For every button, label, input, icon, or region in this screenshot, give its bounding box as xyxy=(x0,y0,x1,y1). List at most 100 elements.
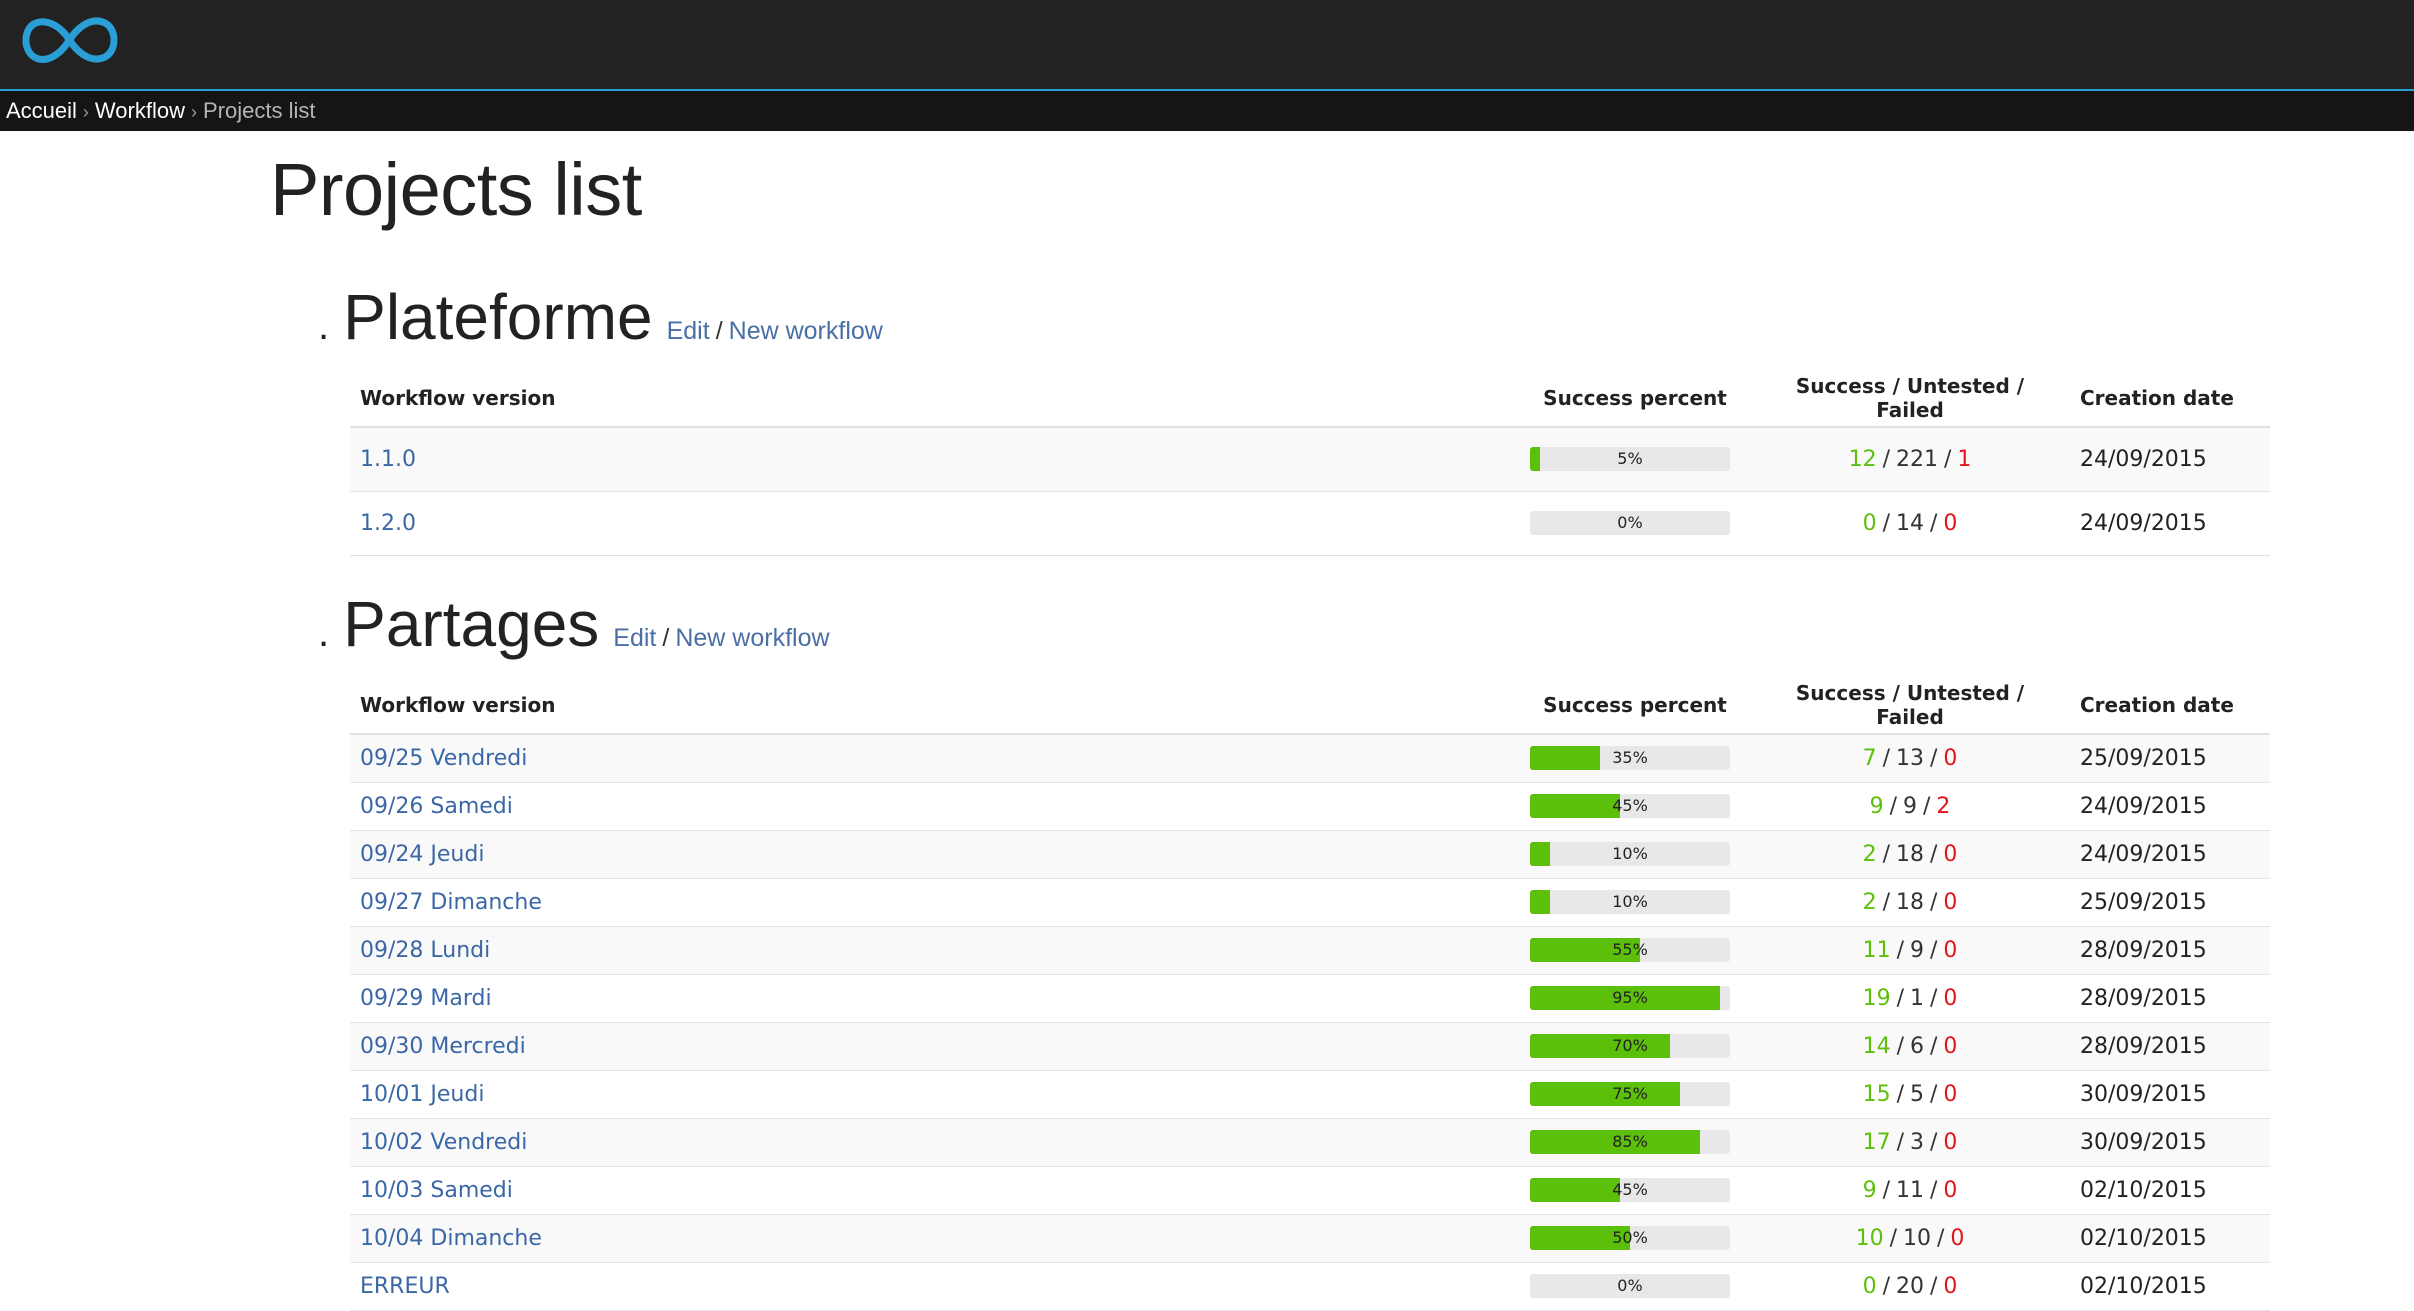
counts-cell: 12/221/1 xyxy=(1750,427,2070,492)
version-cell: 10/03 Samedi xyxy=(350,1166,1520,1215)
untested-count: 9 xyxy=(1910,937,1924,963)
workflow-table-body: 09/25 Vendredi 35% 7/13/0 25/09/2015 09/26 S… xyxy=(350,734,2270,1311)
creation-date: 02/10/2015 xyxy=(2070,1214,2270,1263)
new-workflow-link[interactable]: New workflow xyxy=(675,624,829,652)
success-count: 17 xyxy=(1862,1129,1891,1155)
success-percent-cell: 5% xyxy=(1520,427,1750,492)
success-count: 7 xyxy=(1862,745,1877,771)
progress-label: 10% xyxy=(1612,844,1648,863)
breadcrumb-bar: Accueil › Workflow › Projects list xyxy=(0,91,2414,131)
workflow-version-link[interactable]: 09/25 Vendredi xyxy=(360,746,527,771)
success-progress-bar: 75% xyxy=(1530,1082,1730,1106)
workflow-version-link[interactable]: 09/26 Samedi xyxy=(360,794,513,819)
breadcrumb-separator: › xyxy=(82,102,89,122)
untested-count: 1 xyxy=(1910,985,1924,1011)
table-row: 10/01 Jeudi 75% 15/5/0 30/09/2015 xyxy=(350,1070,2270,1119)
creation-date: 24/09/2015 xyxy=(2070,830,2270,879)
breadcrumb-workflow-link[interactable]: Workflow xyxy=(95,98,185,123)
failed-count: 0 xyxy=(1943,841,1958,867)
version-cell: 09/25 Vendredi xyxy=(350,734,1520,783)
count-separator: / xyxy=(1930,889,1938,915)
version-cell: 09/29 Mardi xyxy=(350,974,1520,1023)
count-separator: / xyxy=(1930,1129,1938,1155)
progress-label: 5% xyxy=(1617,449,1643,469)
untested-count: 3 xyxy=(1910,1129,1924,1155)
workflow-version-link[interactable]: 10/01 Jeudi xyxy=(360,1082,484,1107)
edit-project-link[interactable]: Edit xyxy=(613,624,656,652)
creation-date: 28/09/2015 xyxy=(2070,926,2270,975)
table-row: 1.1.0 5% 12/221/1 24/09/2015 xyxy=(350,427,2270,492)
creation-date: 24/09/2015 xyxy=(2070,427,2270,492)
workflow-version-link[interactable]: 09/27 Dimanche xyxy=(360,890,542,915)
table-row: 10/03 Samedi 45% 9/11/0 02/10/2015 xyxy=(350,1166,2270,1215)
success-count: 2 xyxy=(1862,841,1877,867)
progress-label: 50% xyxy=(1612,1228,1648,1247)
workflow-version-link[interactable]: 10/03 Samedi xyxy=(360,1178,513,1203)
counts-cell: 9/9/2 xyxy=(1750,782,2070,831)
counts-cell: 9/11/0 xyxy=(1750,1166,2070,1215)
count-separator: / xyxy=(1930,1177,1938,1203)
creation-date: 02/10/2015 xyxy=(2070,1262,2270,1311)
count-separator: / xyxy=(1944,446,1952,472)
failed-count: 0 xyxy=(1943,889,1958,915)
progress-label: 10% xyxy=(1612,892,1648,911)
project-header: . Plateforme Edit / New workflow xyxy=(318,280,883,360)
workflow-version-link[interactable]: 09/28 Lundi xyxy=(360,938,490,963)
workflow-version-link[interactable]: ERREUR xyxy=(360,1274,450,1299)
table-row: 09/30 Mercredi 70% 14/6/0 28/09/2015 xyxy=(350,1022,2270,1071)
column-header-date: Creation date xyxy=(2070,370,2270,428)
count-separator: / xyxy=(1937,1225,1945,1251)
failed-count: 0 xyxy=(1943,1273,1958,1299)
workflow-version-link[interactable]: 10/02 Vendredi xyxy=(360,1130,527,1155)
counts-cell: 2/18/0 xyxy=(1750,830,2070,879)
column-header-version: Workflow version xyxy=(350,370,1520,428)
failed-count: 0 xyxy=(1943,985,1958,1011)
workflow-version-link[interactable]: 1.1.0 xyxy=(360,447,416,472)
count-separator: / xyxy=(1930,1273,1938,1299)
progress-label: 0% xyxy=(1617,513,1643,532)
edit-project-link[interactable]: Edit xyxy=(667,317,710,345)
workflow-version-link[interactable]: 1.2.0 xyxy=(360,511,416,536)
table-row: 09/28 Lundi 55% 11/9/0 28/09/2015 xyxy=(350,926,2270,975)
failed-count: 0 xyxy=(1943,510,1958,536)
counts-cell: 11/9/0 xyxy=(1750,926,2070,975)
untested-count: 18 xyxy=(1896,889,1924,915)
creation-date: 30/09/2015 xyxy=(2070,1118,2270,1167)
count-separator: / xyxy=(1930,1033,1938,1059)
creation-date: 30/09/2015 xyxy=(2070,1070,2270,1119)
progress-label: 55% xyxy=(1612,940,1648,959)
progress-label: 95% xyxy=(1612,988,1648,1007)
column-header-percent: Success percent xyxy=(1520,370,1750,428)
table-row: 09/27 Dimanche 10% 2/18/0 25/09/2015 xyxy=(350,878,2270,927)
new-workflow-link[interactable]: New workflow xyxy=(729,317,883,345)
untested-count: 20 xyxy=(1896,1273,1924,1299)
table-row: 09/24 Jeudi 10% 2/18/0 24/09/2015 xyxy=(350,830,2270,879)
failed-count: 2 xyxy=(1936,793,1951,819)
column-header-counts: Success / Untested / Failed xyxy=(1750,677,2070,735)
success-percent-cell: 0% xyxy=(1520,491,1750,556)
table-row: 09/26 Samedi 45% 9/9/2 24/09/2015 xyxy=(350,782,2270,831)
count-separator: / xyxy=(1882,889,1890,915)
table-row: ERREUR 0% 0/20/0 02/10/2015 xyxy=(350,1262,2270,1311)
workflow-version-link[interactable]: 09/29 Mardi xyxy=(360,986,492,1011)
count-separator: / xyxy=(1930,510,1938,536)
count-separator: / xyxy=(1896,985,1904,1011)
failed-count: 0 xyxy=(1943,1129,1958,1155)
success-progress-bar: 35% xyxy=(1530,746,1730,771)
table-header-row: Workflow version Success percent Success… xyxy=(350,370,2270,428)
workflow-version-link[interactable]: 09/30 Mercredi xyxy=(360,1034,526,1059)
workflow-version-link[interactable]: 09/24 Jeudi xyxy=(360,842,484,867)
table-row: 10/04 Dimanche 50% 10/10/0 02/10/2015 xyxy=(350,1214,2270,1263)
infinity-logo-icon[interactable] xyxy=(18,13,121,67)
workflow-version-link[interactable]: 10/04 Dimanche xyxy=(360,1226,542,1251)
success-progress-bar: 0% xyxy=(1530,511,1730,535)
progress-label: 35% xyxy=(1612,748,1648,768)
success-percent-cell: 45% xyxy=(1520,782,1750,831)
failed-count: 0 xyxy=(1943,1081,1958,1107)
count-separator: / xyxy=(1882,1273,1890,1299)
count-separator: / xyxy=(1882,1177,1890,1203)
success-percent-cell: 50% xyxy=(1520,1214,1750,1263)
success-count: 2 xyxy=(1862,889,1877,915)
untested-count: 11 xyxy=(1896,1177,1924,1203)
breadcrumb-home-link[interactable]: Accueil xyxy=(6,98,77,123)
